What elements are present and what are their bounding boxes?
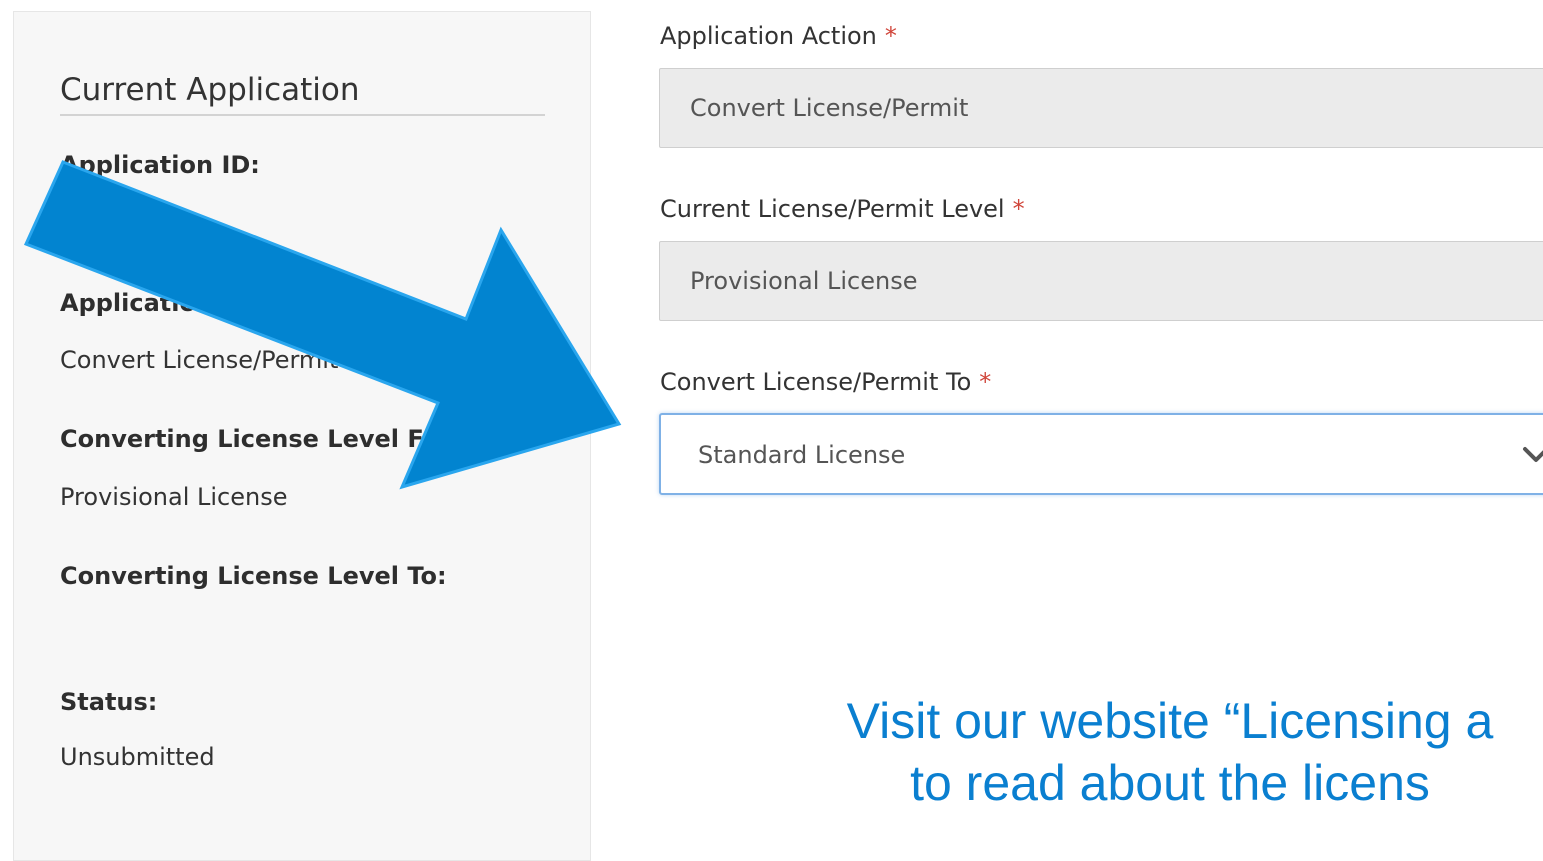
required-asterisk: * (884, 22, 897, 50)
current-level-value: Provisional License (690, 267, 918, 295)
application-action-field[interactable]: Convert License/Permit (659, 68, 1543, 148)
application-action-label-text: Application Action (660, 22, 877, 50)
application-value: Convert License/Permit (60, 346, 339, 374)
application-action-label: Application Action * (660, 22, 897, 50)
converting-to-label: Converting License Level To: (60, 562, 447, 590)
promo-line-2: to read about the licens (910, 755, 1430, 811)
required-asterisk: * (979, 368, 992, 396)
current-level-label-text: Current License/Permit Level (660, 195, 1005, 223)
convert-to-label: Convert License/Permit To * (660, 368, 991, 396)
chevron-down-icon[interactable] (1522, 445, 1543, 465)
current-application-panel: Current Application Application ID: Appl… (13, 11, 591, 861)
current-level-field[interactable]: Provisional License (659, 241, 1543, 321)
convert-to-selected-value: Standard License (698, 441, 906, 469)
status-value: Unsubmitted (60, 743, 215, 771)
application-label: Application (60, 289, 214, 317)
panel-divider (60, 114, 545, 116)
required-asterisk: * (1012, 195, 1025, 223)
promo-line-1: Visit our website “Licensing a (846, 693, 1494, 749)
application-action-value: Convert License/Permit (690, 94, 969, 122)
current-level-label: Current License/Permit Level * (660, 195, 1025, 223)
panel-title: Current Application (60, 72, 360, 108)
convert-to-label-text: Convert License/Permit To (660, 368, 972, 396)
converting-from-value: Provisional License (60, 483, 288, 511)
converting-from-label: Converting License Level From: (60, 425, 486, 453)
convert-to-select[interactable]: Standard License (659, 413, 1543, 495)
application-id-label: Application ID: (60, 151, 260, 179)
promo-text: Visit our website “Licensing a to read a… (520, 690, 1543, 814)
status-label: Status: (60, 688, 158, 716)
